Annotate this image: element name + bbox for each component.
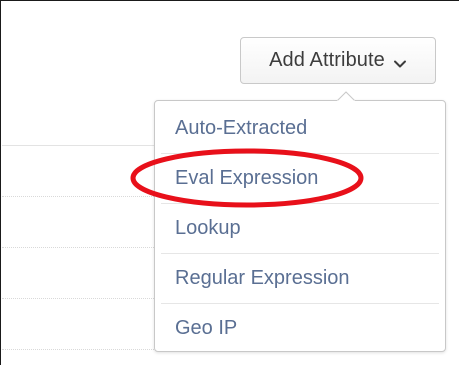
highlight-ellipse-annotation bbox=[130, 148, 364, 208]
menu-item-auto-extracted[interactable]: Auto-Extracted bbox=[155, 103, 445, 153]
menu-item-label: Regular Expression bbox=[175, 266, 350, 289]
table-row-divider bbox=[2, 349, 162, 350]
menu-item-label: Lookup bbox=[175, 216, 241, 239]
menu-item-label: Auto-Extracted bbox=[175, 116, 308, 139]
add-attribute-dropdown-menu: Auto-Extracted Eval Expression Lookup Re… bbox=[154, 100, 446, 352]
table-row-divider bbox=[2, 247, 162, 248]
table-row-divider bbox=[2, 145, 162, 146]
add-attribute-label: Add Attribute bbox=[269, 49, 385, 71]
add-attribute-button[interactable]: Add Attribute bbox=[240, 37, 436, 84]
table-row-divider bbox=[2, 298, 162, 299]
chevron-down-icon bbox=[393, 56, 407, 67]
app-window: Add Attribute Auto-Extracted Eval Expres… bbox=[0, 0, 459, 365]
menu-item-regular-expression[interactable]: Regular Expression bbox=[155, 253, 445, 303]
dropdown-caret-icon bbox=[337, 91, 355, 104]
menu-item-lookup[interactable]: Lookup bbox=[155, 203, 445, 253]
menu-item-label: Geo IP bbox=[175, 316, 238, 339]
menu-item-geo-ip[interactable]: Geo IP bbox=[155, 303, 445, 353]
